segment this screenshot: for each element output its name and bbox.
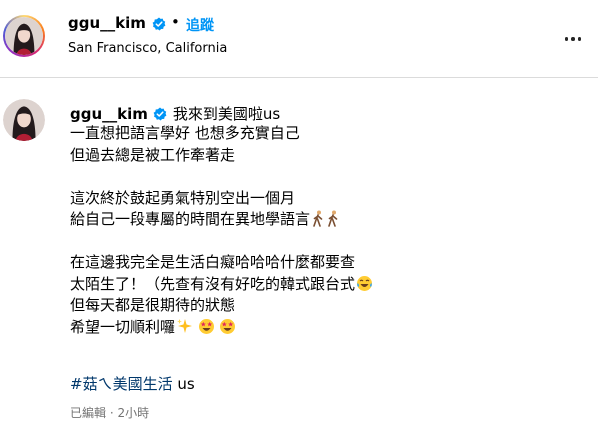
caption-avatar[interactable]: [3, 99, 45, 141]
caption-line-with-emoji: 希望一切順利囉: [70, 317, 570, 339]
header-avatar[interactable]: [3, 15, 45, 57]
post-header: ggu__kim • 追蹤 San Francisco, California: [0, 0, 598, 78]
verified-badge-icon: [152, 17, 166, 31]
caption-text: 希望一切順利囉: [70, 317, 176, 336]
follow-button[interactable]: 追蹤: [186, 15, 214, 35]
hashtag-line: #菇ㄟ美國生活 us: [70, 373, 195, 394]
separator-dot: •: [171, 13, 180, 31]
hashtag-suffix: us: [172, 375, 195, 393]
caption-body: 一直想把語言學好 也想多充實自己 但過去總是被工作牽著走 這次終於鼓起勇氣特別空…: [70, 123, 570, 338]
caption-line: 一直想把語言學好 也想多充實自己: [70, 124, 300, 142]
caption-header: ggu__kim 我來到美國啦us: [70, 103, 280, 124]
caption-line: 這次終於鼓起勇氣特別空出一個月: [70, 188, 296, 207]
person-walking-emoji: [311, 210, 325, 227]
caption-line-with-emoji: 太陌生了！（先查有沒有好吃的韓式跟台式: [70, 274, 570, 296]
caption-username[interactable]: ggu__kim: [70, 105, 148, 123]
caption-text: 太陌生了！（先查有沒有好吃的韓式跟台式: [70, 274, 356, 293]
caption-line-with-emoji: 給自己一段專屬的時間在異地學語言: [70, 209, 570, 231]
caption-line: 但每天都是很期待的狀態: [70, 296, 236, 314]
caption-line: 但過去總是被工作牽著走: [70, 145, 236, 164]
caption-line: 在這邊我完全是生活白癡哈哈哈什麼都要查: [70, 253, 356, 271]
caption-text: 給自己一段專屬的時間在異地學語言: [70, 210, 311, 228]
header-username[interactable]: ggu__kim: [68, 14, 146, 32]
star-struck-emoji: [219, 318, 236, 335]
caption-first-line: 我來到美國啦us: [172, 105, 281, 123]
person-walking-emoji: [326, 210, 340, 227]
verified-badge-icon: [153, 107, 167, 121]
avatar-image: [3, 99, 45, 141]
post-meta: 已編輯 · 2小時: [70, 406, 150, 420]
star-struck-emoji: [198, 318, 215, 335]
more-options-icon[interactable]: [558, 24, 588, 54]
hashtag-link[interactable]: #菇ㄟ美國生活: [70, 375, 173, 393]
location-link[interactable]: San Francisco, California: [68, 41, 227, 56]
sparkles-emoji: [176, 318, 193, 335]
tears-of-joy-emoji: [356, 275, 373, 292]
avatar-image: [5, 17, 43, 55]
